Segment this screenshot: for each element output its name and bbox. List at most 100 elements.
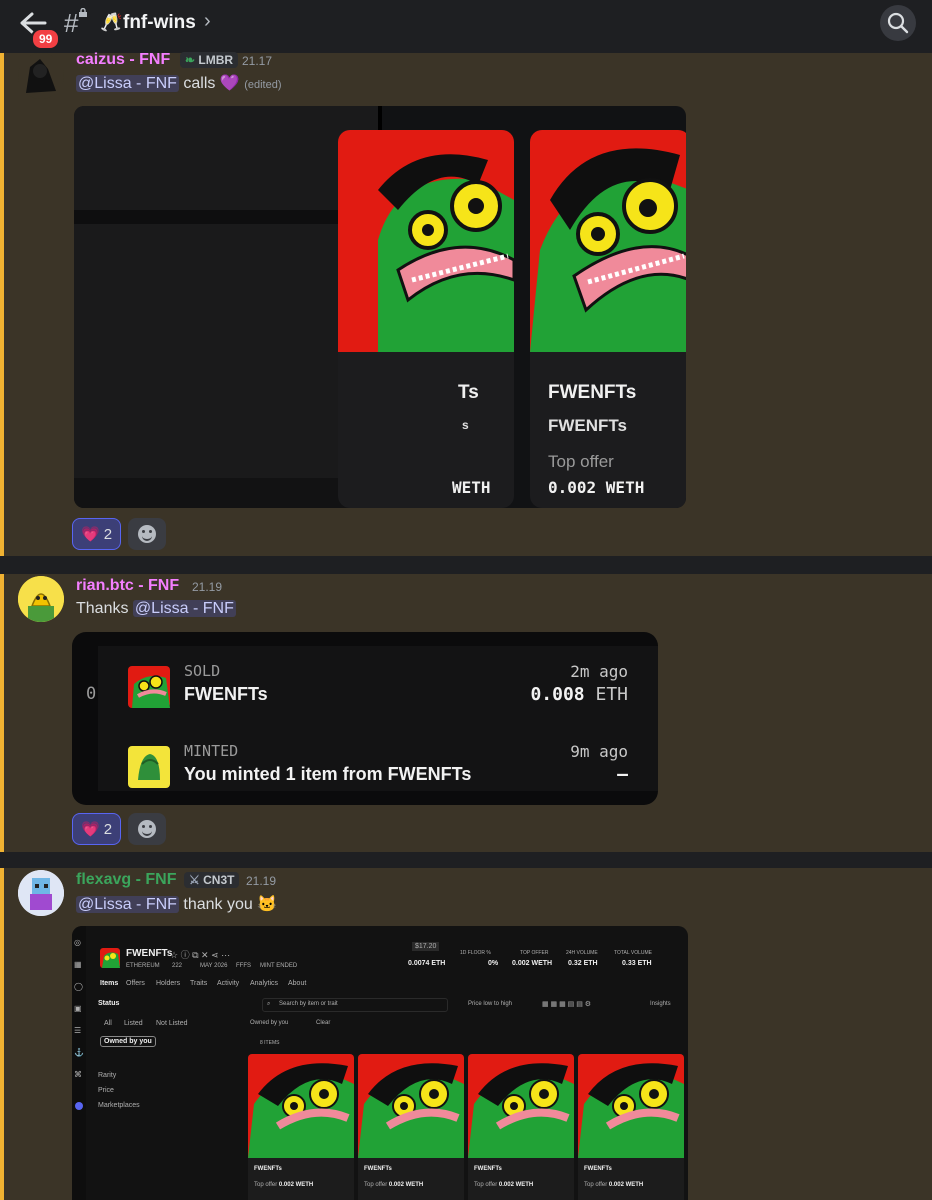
rail-icon: ☰ [74,1026,82,1035]
nft-offer-value: 0.002 WETH [548,478,645,497]
nft-grid-card[interactable]: FWENFTs Top offer 0.002 WETH [358,1054,464,1200]
offer-value: 0.002 WETH [388,1182,424,1188]
status-filter-not-listed[interactable]: Not Listed [156,1020,188,1027]
nft-offer: Top offer 0.002 WETH [364,1182,423,1188]
nft-card[interactable]: Ts s WETH [338,130,514,508]
username[interactable]: flexavg - FNF [76,871,176,889]
stat-value: 0.32 ETH [568,960,598,967]
message-content: @Lissa - FNF calls 💜 (edited) [76,73,282,93]
tab-activity[interactable]: Activity [217,980,239,987]
nft-image [468,1054,574,1158]
screenshot-attachment[interactable]: ◎ ▦ ◯ ▣ ☰ ⚓ ⌘ FWENFTs ☆ ⓘ ⧉ ✕ ⋖ ⋯ ETHERE… [72,926,688,1200]
nft-name: FWENFTs [584,1166,612,1172]
tab-about[interactable]: About [288,980,306,987]
text-channel-icon: # [64,8,79,38]
status-filter-all[interactable]: All [104,1020,112,1027]
offer-value: 0.002 WETH [498,1182,534,1188]
tab-traits[interactable]: Traits [190,980,207,987]
activity-attachment[interactable]: 0 SOLD FWENFTs 2m ago 0.008 ETH MINTED Y… [72,632,658,805]
star-icon[interactable]: ☆ ⓘ ⧉ ✕ ⋖ ⋯ [170,948,230,961]
nft-image [338,130,514,352]
activity-title: FWENFTs [184,684,268,704]
amount-unit: ETH [595,684,628,705]
username[interactable]: caizus - FNF [76,51,170,69]
message-text: calls [183,75,216,92]
nft-collection: s [462,418,469,432]
insights-button[interactable]: Insights [650,1001,671,1007]
sword-icon: ⚔ [189,873,200,887]
item-count: 8 ITEMS [260,1040,280,1046]
avatar[interactable] [18,576,64,622]
activity-time: 2m ago [570,662,628,681]
owned-by-you-chip[interactable]: Owned by you [100,1036,156,1047]
user-mention[interactable]: @Lissa - FNF [132,600,236,617]
guild-tag-text: LMBR [198,53,234,67]
tab-holders[interactable]: Holders [156,980,180,987]
filter-price[interactable]: Price [98,1087,114,1094]
channel-header: 99 # 🥂 fnf-wins › [0,0,932,53]
sort-select[interactable]: Price low to high [468,1001,512,1007]
filter-rarity[interactable]: Rarity [98,1072,116,1079]
tab-items[interactable]: Items [100,980,118,987]
nft-collection: FWENFTs [548,416,628,435]
add-reaction-button[interactable] [128,518,166,550]
rail-icon: ◯ [74,982,83,991]
nft-card[interactable]: FWENFTs FWENFTs Top offer 0.002 WETH [530,130,686,508]
user-mention[interactable]: @Lissa - FNF [76,896,179,913]
avatar[interactable] [18,870,64,916]
reaction-heart[interactable]: 💗 2 [72,813,122,845]
filter-marketplaces[interactable]: Marketplaces [98,1102,140,1109]
lock-icon [79,8,87,17]
offer-label: Top offer [364,1182,388,1188]
rail-icon: ▣ [74,1004,82,1013]
user-mention[interactable]: @Lissa - FNF [76,75,179,92]
status-chip: MINT ENDED [260,963,298,969]
guild-tag-text: CN3T [203,873,235,887]
nft-offer-label: Top offer [548,452,614,471]
clear-filters-button[interactable]: Clear [316,1020,330,1026]
collection-logo [100,948,120,968]
rail-icon: ▦ [74,960,82,969]
add-reaction-button[interactable] [128,813,166,845]
search-icon: ⌕ [267,1001,271,1007]
username[interactable]: rian.btc - FNF [76,577,179,595]
nft-image [530,130,686,352]
stat-value: 0.002 WETH [512,960,553,967]
search-input[interactable]: ⌕ Search by item or trait [262,998,448,1012]
reaction-emoji: 💗 [81,526,100,543]
image-attachment[interactable]: Ts s WETH FWENFTs FWENFTs Top offer 0.00… [74,106,686,508]
cropped-digit: 0 [86,684,97,704]
smile-icon [138,820,156,838]
status-heading: Status [98,1000,120,1007]
reaction-heart[interactable]: 💗 2 [72,518,122,550]
tab-analytics[interactable]: Analytics [250,980,278,987]
rail-icon [75,1102,83,1110]
nft-image [578,1054,684,1158]
activity-amount: 0.008 ETH [492,684,628,705]
cat-emoji: 🐱 [257,896,278,913]
rail-icon: ⌘ [74,1070,82,1079]
nft-thumbnail [128,746,170,788]
channel-emoji: 🥂 [100,12,123,32]
nft-name: FWENFTs [364,1166,392,1172]
activity-label: MINTED [184,742,239,760]
activity-time: 9m ago [570,742,628,761]
message-rian: rian.btc - FNF 21.19 Thanks @Lissa - FNF… [0,574,932,852]
channel-name[interactable]: fnf-wins [123,12,196,34]
nft-grid-card[interactable]: FWENFTs Top offer 0.002 WETH [468,1054,574,1200]
heart-emoji: 💜 [219,75,240,92]
tab-offers[interactable]: Offers [126,980,145,987]
message-caizus: caizus - FNF ❧ LMBR 21.17 @Lissa - FNF c… [0,51,932,556]
nft-grid-card[interactable]: FWENFTs Top offer 0.002 WETH [578,1054,684,1200]
status-filter-listed[interactable]: Listed [124,1020,143,1027]
supply-chip: 222 [172,963,183,969]
search-button[interactable] [880,5,916,41]
active-filter-chip[interactable]: Owned by you [250,1020,288,1026]
nft-image [248,1054,354,1158]
nft-grid-card[interactable]: FWENFTs Top offer 0.002 WETH [248,1054,354,1200]
nft-image [358,1054,464,1158]
left-rail: ◎ ▦ ◯ ▣ ☰ ⚓ ⌘ [72,926,86,1200]
chevron-right-icon[interactable]: › [204,10,211,33]
avatar[interactable] [18,53,64,99]
view-toggle-icons[interactable]: ▦ ▦ ▦ ▤ ▤ ⚙ [542,1000,591,1008]
